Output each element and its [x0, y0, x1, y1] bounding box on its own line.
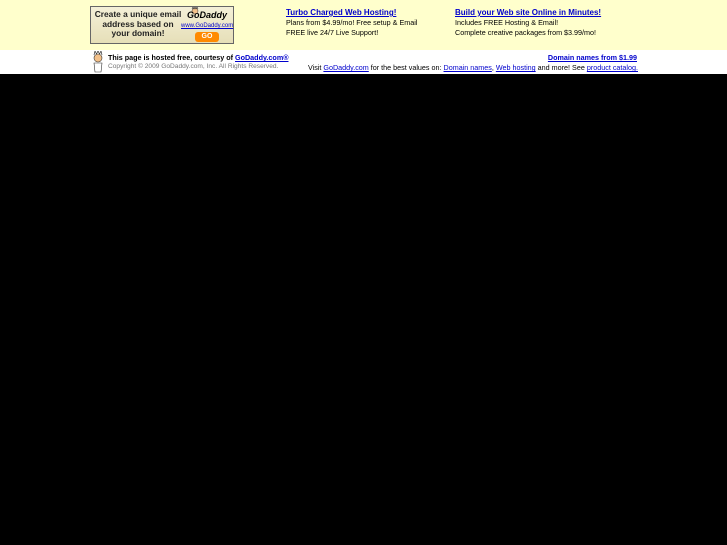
promo-hosting: Turbo Charged Web Hosting! Plans from $4…	[286, 8, 446, 38]
hosting-footer: This page is hosted free, courtesy of Go…	[0, 50, 727, 74]
promo-website-builder: Build your Web site Online in Minutes! I…	[455, 8, 645, 38]
web-hosting-link[interactable]: Web hosting	[496, 63, 536, 72]
visit-suffix: and more! See	[535, 63, 587, 72]
visit-prefix: Visit	[307, 63, 324, 72]
domain-names-link[interactable]: Domain names	[444, 63, 492, 72]
promo-website-line2: Complete creative packages from $3.99/mo…	[455, 28, 597, 37]
godaddy-logo: GoDaddy	[186, 10, 227, 20]
hosted-notice: This page is hosted free, courtesy of Go…	[108, 53, 289, 62]
promo-website-link[interactable]: Build your Web site Online in Minutes!	[455, 8, 645, 18]
godaddy-mascot-icon	[93, 51, 103, 73]
copyright: Copyright © 2009 GoDaddy.com, Inc. All R…	[108, 63, 279, 70]
promo-hosting-link[interactable]: Turbo Charged Web Hosting!	[286, 8, 446, 18]
promo-hosting-line2: FREE live 24/7 Live Support!	[286, 28, 379, 37]
email-banner-ad[interactable]: Create a unique email address based on y…	[90, 6, 234, 44]
visit-line: Visit GoDaddy.com for the best values on…	[308, 63, 638, 72]
visit-mid: for the best values on:	[368, 63, 444, 72]
domain-names-price-link[interactable]: Domain names from $1.99	[548, 53, 637, 62]
banner-url: www.GoDaddy.com	[181, 23, 234, 29]
product-catalog-link[interactable]: product catalog.	[587, 63, 638, 72]
banner-headline: Create a unique email address based on y…	[94, 9, 182, 39]
promo-hosting-line1: Plans from $4.99/mo! Free setup & Email	[286, 18, 418, 27]
hosted-prefix: This page is hosted free, courtesy of	[108, 53, 236, 62]
ad-bar: Create a unique email address based on y…	[0, 0, 727, 50]
visit-godaddy-link[interactable]: GoDaddy.com	[323, 63, 368, 72]
promo-website-line1: Includes FREE Hosting & Email!	[455, 18, 559, 27]
go-button[interactable]: GO	[195, 32, 219, 42]
page-content-area	[0, 74, 727, 545]
godaddy-link[interactable]: GoDaddy.com®	[235, 53, 288, 62]
